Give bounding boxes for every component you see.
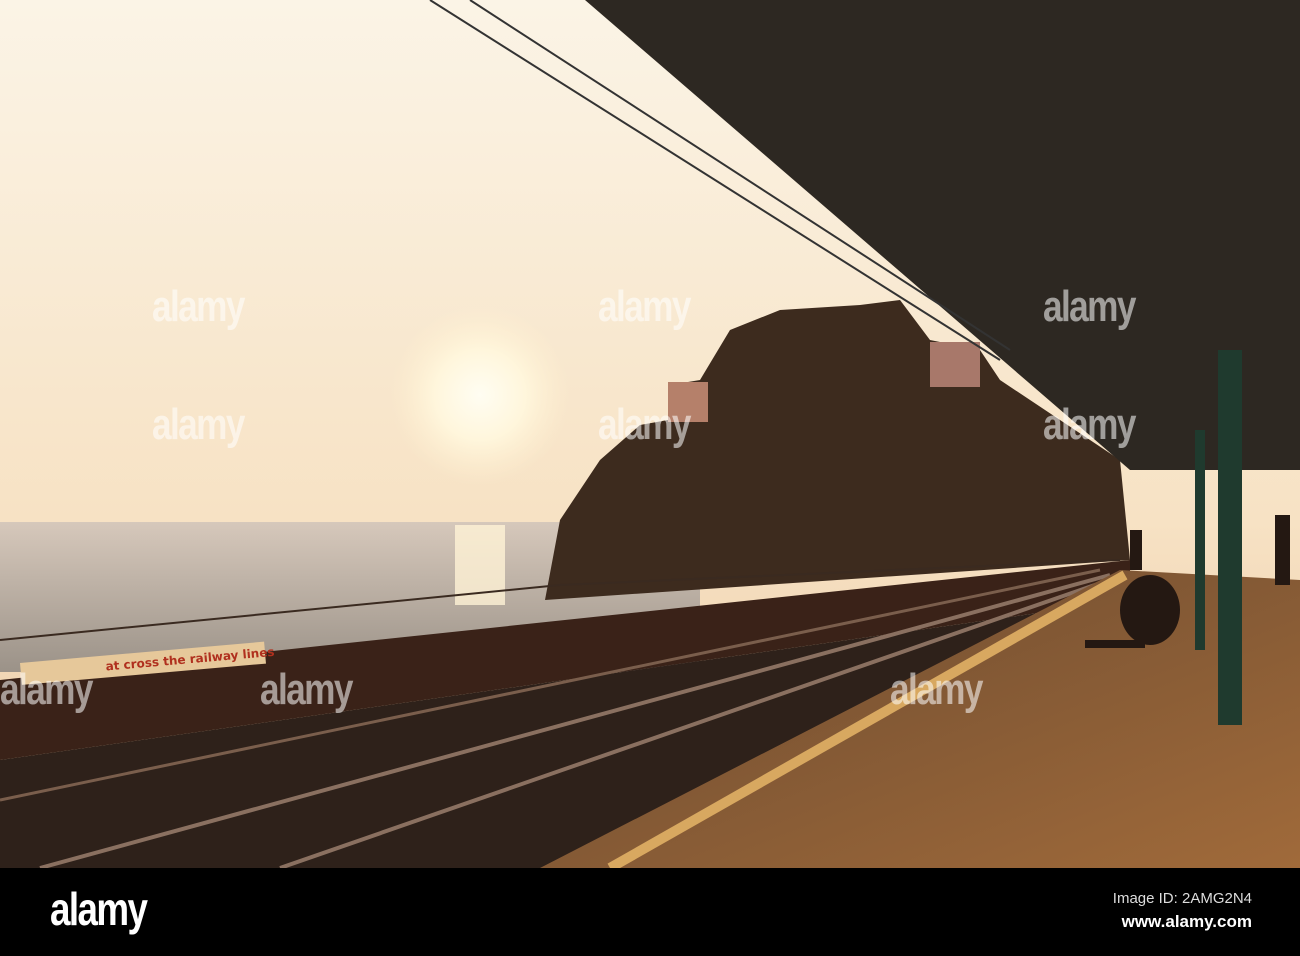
watermark: alamy (598, 400, 691, 449)
stock-photo: at cross the railway lines alamy alamy a… (0, 0, 1300, 956)
canopy-pillar (1195, 430, 1205, 650)
canopy-pillar (1218, 350, 1242, 725)
watermark: alamy (152, 282, 245, 331)
watermark: alamy (1043, 282, 1136, 331)
footer-bar: alamy Image ID: 2AMG2N4 www.alamy.com (0, 868, 1300, 956)
watermark: alamy (152, 400, 245, 449)
watermark: alamy (1043, 400, 1136, 449)
watermark: alamy (0, 665, 93, 714)
watermark: alamy (260, 665, 353, 714)
sun (390, 305, 570, 485)
site-url[interactable]: www.alamy.com (1122, 912, 1252, 932)
watermark: alamy (890, 665, 983, 714)
building (930, 342, 980, 387)
image-id: Image ID: 2AMG2N4 (1112, 890, 1252, 907)
alamy-logo: alamy (50, 883, 148, 935)
watermark: alamy (598, 282, 691, 331)
